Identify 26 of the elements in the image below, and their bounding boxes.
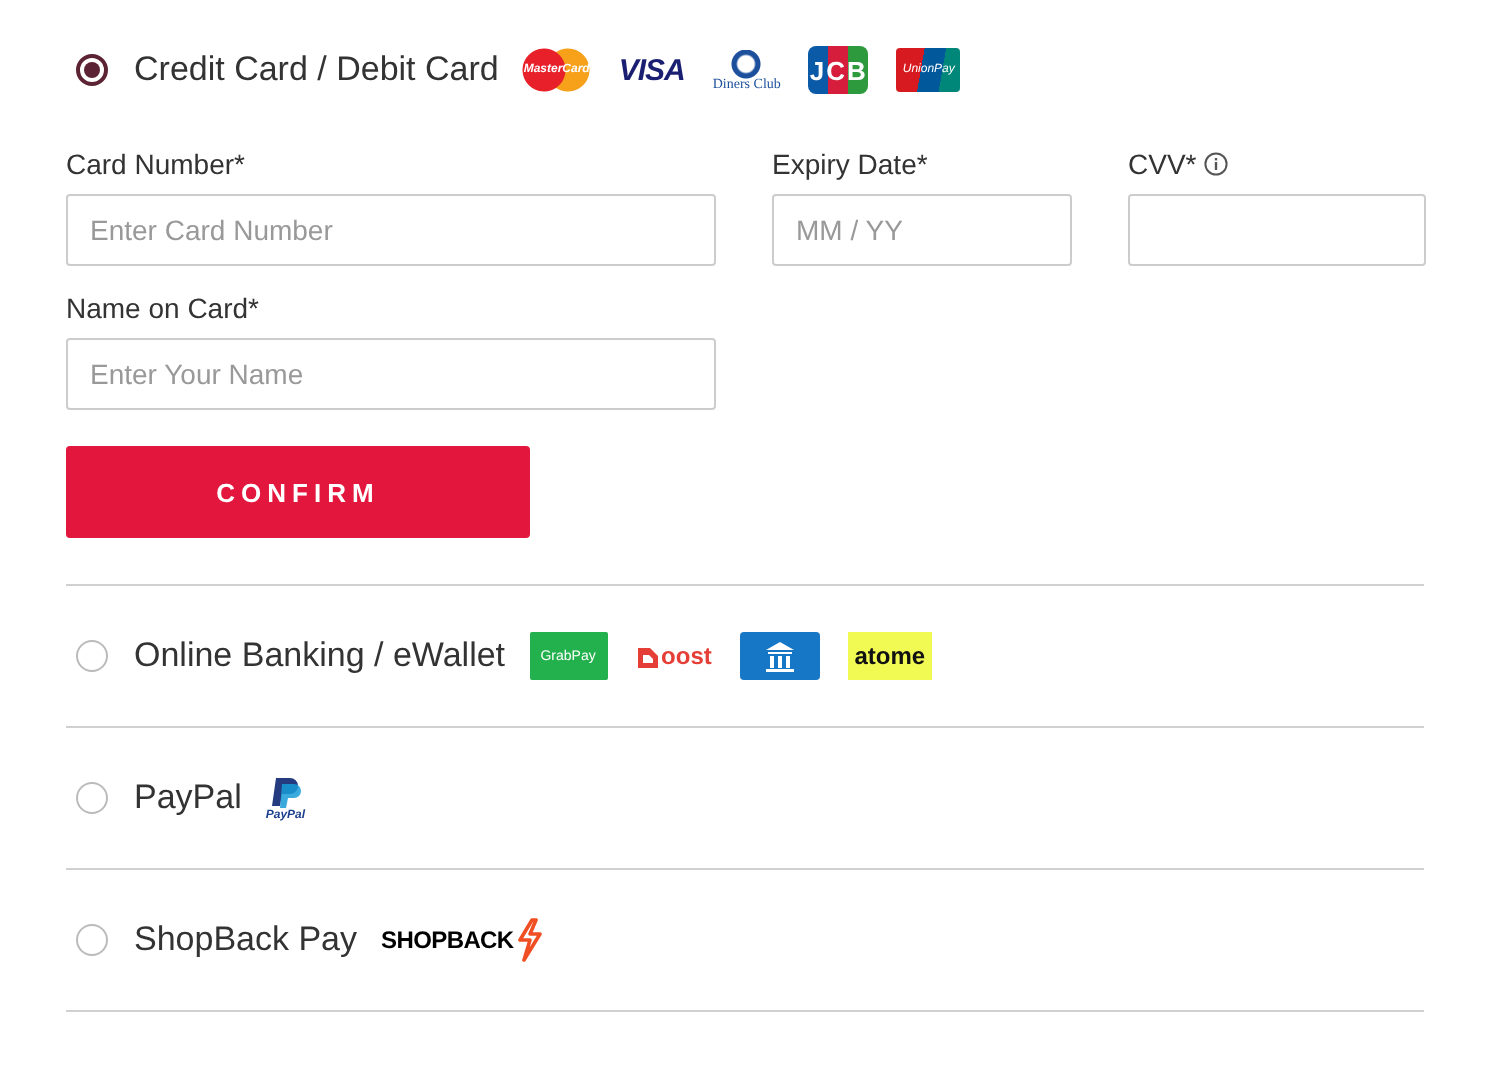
card-logo: VISA (618, 53, 685, 87)
field-label: Card Number* (66, 148, 245, 180)
payment-method-label: Online Banking / eWallet (134, 636, 506, 676)
confirm-button[interactable]: CONFIRM (66, 446, 530, 538)
field-label: Expiry Date* (772, 148, 928, 180)
field-label: CVV* (1128, 148, 1197, 180)
input-field[interactable]: Enter Card Number (66, 194, 716, 266)
input-field[interactable]: Enter Your Name (66, 338, 716, 410)
radio-button[interactable] (76, 640, 108, 672)
payment-method-label: Credit Card / Debit Card (134, 50, 499, 90)
payment-method-label: ShopBack Pay (134, 920, 358, 960)
wallet-logo: atome (847, 632, 932, 680)
radio-button[interactable] (76, 54, 108, 86)
bank-icon (739, 632, 820, 680)
input-field[interactable]: MM / YY (772, 194, 1072, 266)
boost-icon (635, 643, 660, 669)
input-field[interactable] (1128, 194, 1426, 266)
bolt-icon (515, 918, 544, 962)
payment-method-label: PayPal (134, 778, 242, 818)
info-icon (1204, 152, 1229, 176)
radio-button[interactable] (76, 924, 108, 956)
wallet-name: oost (661, 642, 712, 670)
radio-button[interactable] (76, 782, 108, 814)
shopback-name: SHOPBACK (381, 926, 514, 954)
field-label: Name on Card* (66, 292, 259, 324)
paypal-icon (269, 775, 302, 809)
